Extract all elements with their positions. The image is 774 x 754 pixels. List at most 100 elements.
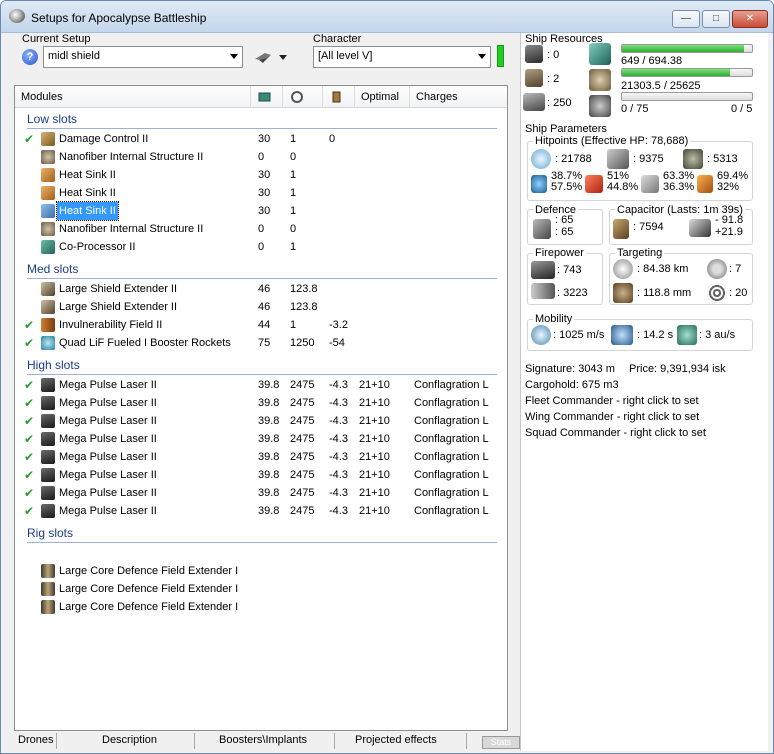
module-name[interactable]: Mega Pulse Laser II <box>57 412 159 430</box>
module-row[interactable]: Co-Processor II 0 1 <box>15 238 505 256</box>
module-name[interactable]: Mega Pulse Laser II <box>57 484 159 502</box>
module-cpu: 30 <box>258 205 271 217</box>
firepower-title: Firepower <box>533 247 586 259</box>
module-name[interactable]: Nanofiber Internal Structure II <box>57 148 205 166</box>
module-name[interactable]: Invulnerability Field II <box>57 316 164 334</box>
module-row[interactable]: Heat Sink II 30 1 <box>15 166 505 184</box>
fitting-menu-button[interactable] <box>251 47 289 67</box>
setup-select[interactable]: midl shield <box>43 46 243 68</box>
module-row[interactable]: Large Shield Extender II 46 123.8 <box>15 298 505 316</box>
max-targets-icon <box>707 259 727 279</box>
module-name[interactable]: Mega Pulse Laser II <box>57 376 159 394</box>
module-name[interactable]: Large Shield Extender II <box>57 280 179 298</box>
active-check-icon[interactable]: ✔ <box>24 466 34 484</box>
squad-commander[interactable]: Squad Commander - right click to set <box>525 427 706 439</box>
shield-rig-icon <box>41 582 55 596</box>
module-row[interactable]: ✔ Invulnerability Field II 44 1 -3.2 <box>15 316 505 334</box>
module-name[interactable]: Co-Processor II <box>57 238 137 256</box>
module-row[interactable]: Heat Sink II 30 1 <box>15 184 505 202</box>
explosive-resists: 69.4% 32% <box>717 171 748 193</box>
fleet-commander[interactable]: Fleet Commander - right click to set <box>525 395 699 407</box>
module-cpu: 39.8 <box>258 487 280 499</box>
module-name[interactable]: Heat Sink II <box>57 184 118 202</box>
module-name[interactable]: Mega Pulse Laser II <box>57 430 159 448</box>
active-check-icon[interactable]: ✔ <box>24 448 34 466</box>
capacitor-usage-icon <box>689 219 711 237</box>
module-name[interactable]: Mega Pulse Laser II <box>57 466 159 484</box>
module-row[interactable]: ✔ Mega Pulse Laser II 39.8 2475 -4.3 21+10 Con… <box>15 484 505 502</box>
module-powergrid: 2475 <box>290 487 315 499</box>
module-charges: Conflagration L <box>414 415 489 427</box>
module-row[interactable]: Large Core Defence Field Extender I <box>15 562 505 580</box>
dps-value: : 743 <box>557 264 582 276</box>
col-optimal[interactable]: Optimal <box>355 86 410 108</box>
wing-commander[interactable]: Wing Commander - right click to set <box>525 411 699 423</box>
module-row[interactable]: ✔ Mega Pulse Laser II 39.8 2475 -4.3 21+10 Con… <box>15 376 505 394</box>
module-name[interactable]: Large Core Defence Field Extender I <box>57 562 240 580</box>
nanofiber-icon <box>41 222 55 236</box>
module-row[interactable]: Nanofiber Internal Structure II 0 0 <box>15 220 505 238</box>
module-row[interactable]: Large Core Defence Field Extender I <box>15 598 505 616</box>
active-check-icon[interactable]: ✔ <box>24 376 34 394</box>
module-row[interactable]: Large Shield Extender II 46 123.8 <box>15 280 505 298</box>
module-name[interactable]: Nanofiber Internal Structure II <box>57 220 205 238</box>
module-row[interactable]: ✔ Quad LiF Fueled I Booster Rockets 75 1250… <box>15 334 505 352</box>
active-check-icon[interactable]: ✔ <box>24 502 34 520</box>
maximize-button[interactable]: □ <box>702 10 730 28</box>
module-name[interactable]: Large Shield Extender II <box>57 298 179 316</box>
current-setup-label: Current Setup <box>22 33 91 45</box>
module-name[interactable]: Quad LiF Fueled I Booster Rockets <box>57 334 233 352</box>
minimize-button[interactable]: — <box>672 10 700 28</box>
active-check-icon[interactable]: ✔ <box>24 430 34 448</box>
tab-projected-effects[interactable]: Projected effects <box>355 734 437 746</box>
thermal-resists: 51% 44.8% <box>607 171 638 193</box>
col-capacitor[interactable] <box>323 86 355 108</box>
bottom-tabs: Drones Description Boosters\Implants Pro… <box>14 731 520 751</box>
col-cpu[interactable] <box>251 86 283 108</box>
med-slots-heading: Med slots <box>27 262 79 276</box>
active-check-icon[interactable]: ✔ <box>24 484 34 502</box>
active-check-icon[interactable]: ✔ <box>24 130 34 148</box>
cpu-icon <box>589 43 611 65</box>
module-name[interactable]: Mega Pulse Laser II <box>57 502 159 520</box>
module-row[interactable]: ✔ Mega Pulse Laser II 39.8 2475 -4.3 21+10 Con… <box>15 502 505 520</box>
volley-value: : 3223 <box>557 287 588 299</box>
module-name[interactable]: Heat Sink II <box>56 201 119 221</box>
module-row[interactable]: ✔ Mega Pulse Laser II 39.8 2475 -4.3 21+10 Con… <box>15 430 505 448</box>
active-check-icon[interactable]: ✔ <box>24 316 34 334</box>
col-modules[interactable]: Modules <box>15 86 251 108</box>
module-row[interactable]: ✔ Damage Control II 30 1 0 <box>15 130 505 148</box>
close-button[interactable]: ✕ <box>732 10 768 28</box>
tab-boosters-implants[interactable]: Boosters\Implants <box>219 734 307 746</box>
active-check-icon[interactable]: ✔ <box>24 412 34 430</box>
module-row[interactable]: Heat Sink II 30 1 <box>15 201 505 221</box>
col-powergrid[interactable] <box>283 86 323 108</box>
module-row[interactable]: Nanofiber Internal Structure II 0 0 <box>15 148 505 166</box>
tab-description[interactable]: Description <box>102 734 157 746</box>
tab-drones[interactable]: Drones <box>18 734 53 746</box>
drone-bay-icon <box>523 93 545 111</box>
module-name[interactable]: Heat Sink II <box>57 166 118 184</box>
col-charges[interactable]: Charges <box>410 86 507 108</box>
module-row[interactable]: Large Core Defence Field Extender I <box>15 580 505 598</box>
module-name[interactable]: Mega Pulse Laser II <box>57 394 159 412</box>
module-row[interactable]: ✔ Mega Pulse Laser II 39.8 2475 -4.3 21+10 Con… <box>15 448 505 466</box>
module-name[interactable]: Mega Pulse Laser II <box>57 448 159 466</box>
module-cpu: 39.8 <box>258 415 280 427</box>
character-select[interactable]: [All level V] <box>313 46 491 68</box>
help-icon[interactable]: ? <box>22 49 38 65</box>
module-powergrid: 1 <box>290 319 297 331</box>
active-check-icon[interactable]: ✔ <box>24 394 34 412</box>
module-name[interactable]: Damage Control II <box>57 130 150 148</box>
stats-button[interactable]: Stats <box>482 736 520 749</box>
module-charges: Conflagration L <box>414 469 489 481</box>
module-powergrid: 123.8 <box>290 301 318 313</box>
module-name[interactable]: Large Core Defence Field Extender I <box>57 580 240 598</box>
active-check-icon[interactable]: ✔ <box>24 334 34 352</box>
shield-extender-icon <box>41 300 55 314</box>
module-row[interactable]: ✔ Mega Pulse Laser II 39.8 2475 -4.3 21+10 Con… <box>15 412 505 430</box>
module-optimal: 21+10 <box>359 397 390 409</box>
module-name[interactable]: Large Core Defence Field Extender I <box>57 598 240 616</box>
module-row[interactable]: ✔ Mega Pulse Laser II 39.8 2475 -4.3 21+10 Con… <box>15 394 505 412</box>
module-row[interactable]: ✔ Mega Pulse Laser II 39.8 2475 -4.3 21+10 Con… <box>15 466 505 484</box>
